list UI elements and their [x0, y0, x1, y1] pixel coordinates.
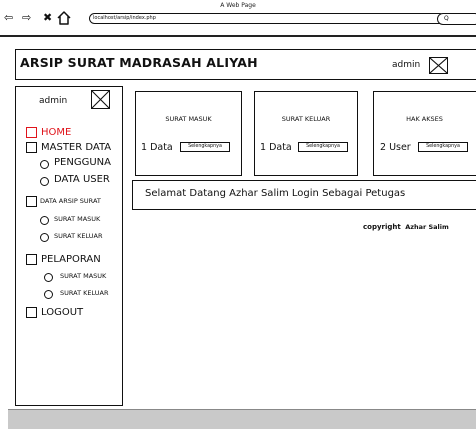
- window-title: A Web Page: [220, 2, 256, 9]
- copyright-name: Azhar Salim: [405, 223, 449, 231]
- forward-arrow-icon[interactable]: ⇨: [22, 12, 31, 24]
- sidebar-avatar-placeholder-icon: [91, 90, 110, 109]
- welcome-message: Selamat Datang Azhar Salim Login Sebagai…: [145, 188, 406, 199]
- search-field[interactable]: Q: [437, 13, 476, 25]
- laporan-surat-keluar-bullet-icon: [44, 290, 53, 299]
- selengkapnya-button[interactable]: Selengkapnya: [180, 142, 230, 152]
- sidebar-subitem-arsip-surat-masuk[interactable]: SURAT MASUK: [54, 215, 100, 224]
- selengkapnya-button[interactable]: Selengkapnya: [298, 142, 348, 152]
- card-title: SURAT MASUK: [165, 115, 212, 123]
- chrome-divider: [0, 35, 476, 37]
- sidebar-subitem-laporan-surat-masuk[interactable]: SURAT MASUK: [60, 272, 106, 281]
- close-icon[interactable]: ✖: [43, 12, 52, 24]
- sidebar-subitem-pengguna[interactable]: PENGGUNA: [54, 157, 111, 169]
- footer-bar: [8, 409, 476, 429]
- sidebar-item-logout[interactable]: LOGOUT: [41, 307, 83, 319]
- copyright-label: copyright: [363, 223, 401, 231]
- sidebar-item-data-arsip-surat[interactable]: DATA ARSIP SURAT: [40, 197, 101, 206]
- card-hak-akses: [373, 91, 476, 176]
- card-title: SURAT KELUAR: [281, 115, 331, 123]
- header-avatar-placeholder-icon[interactable]: [429, 57, 448, 74]
- selengkapnya-button[interactable]: Selengkapnya: [418, 142, 468, 152]
- sidebar-item-pelaporan[interactable]: PELAPORAN: [41, 254, 101, 266]
- laporan-surat-masuk-bullet-icon: [44, 273, 53, 282]
- card-count: 1 Data: [260, 142, 292, 153]
- sidebar-subitem-laporan-surat-keluar[interactable]: SURAT KELUAR: [60, 289, 109, 298]
- page-title: ARSIP SURAT MADRASAH ALIYAH: [20, 55, 258, 70]
- sidebar-username: admin: [39, 96, 68, 106]
- header-username: admin: [392, 60, 421, 70]
- url-bar[interactable]: localhost/arsip/index.php: [89, 13, 445, 24]
- data-user-bullet-icon: [40, 177, 49, 186]
- logout-menu-icon: [26, 307, 37, 318]
- card-count: 2 User: [380, 142, 411, 153]
- card-surat-masuk: [135, 91, 242, 176]
- card-title: HAK AKSES: [406, 115, 443, 123]
- back-arrow-icon[interactable]: ⇦: [4, 12, 13, 24]
- home-menu-icon: [26, 127, 37, 138]
- data-arsip-menu-icon: [26, 196, 37, 207]
- card-surat-keluar: [254, 91, 358, 176]
- pelaporan-menu-icon: [26, 254, 37, 265]
- sidebar-subitem-data-user[interactable]: DATA USER: [54, 174, 110, 186]
- card-count: 1 Data: [141, 142, 173, 153]
- copyright-text: copyright Azhar Salim: [363, 223, 449, 231]
- arsip-surat-masuk-bullet-icon: [40, 216, 49, 225]
- search-label: Q: [444, 15, 449, 22]
- sidebar-item-home[interactable]: HOME: [41, 127, 71, 139]
- sidebar-subitem-arsip-surat-keluar[interactable]: SURAT KELUAR: [54, 232, 103, 241]
- master-data-menu-icon: [26, 142, 37, 153]
- arsip-surat-keluar-bullet-icon: [40, 233, 49, 242]
- home-icon[interactable]: [56, 10, 72, 29]
- sidebar-item-master-data[interactable]: MASTER DATA: [41, 142, 111, 154]
- pengguna-bullet-icon: [40, 160, 49, 169]
